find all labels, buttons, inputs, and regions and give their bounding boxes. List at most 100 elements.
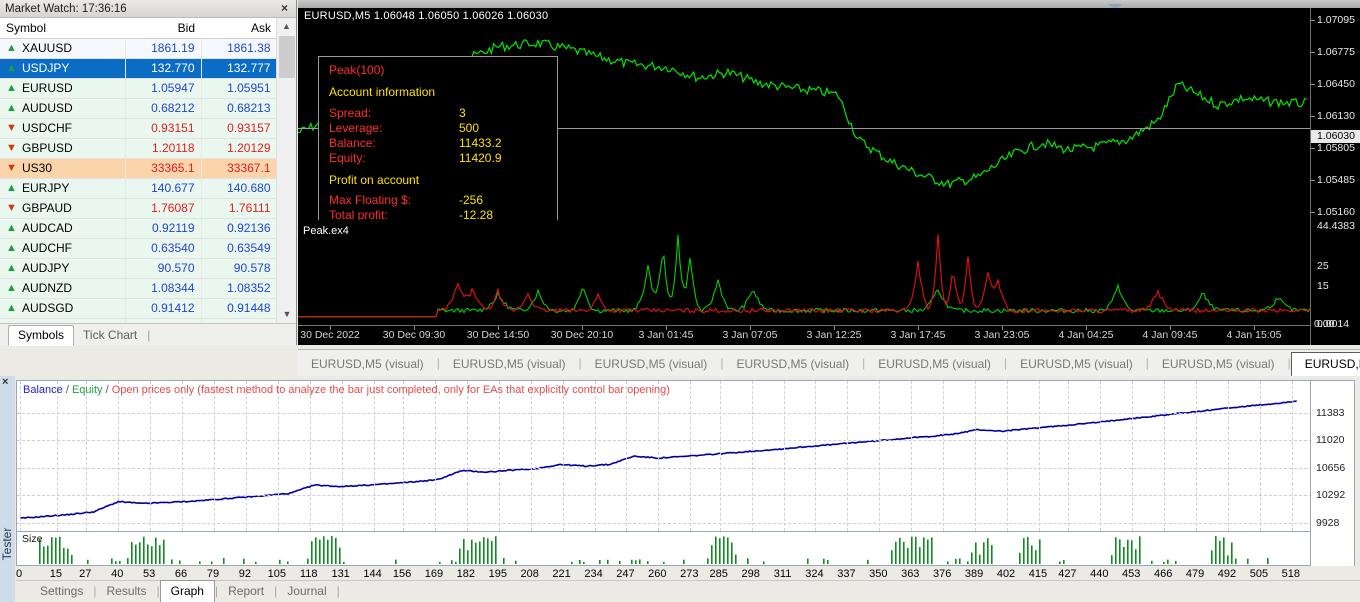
- chart-tab-0[interactable]: EURUSD,M5 (visual): [298, 353, 437, 376]
- chart-tab-3[interactable]: EURUSD,M5 (visual): [723, 353, 862, 376]
- scroll-down-icon[interactable]: ▼: [277, 306, 296, 323]
- gridline-vertical: [815, 381, 817, 531]
- gridline-vertical: [182, 381, 184, 531]
- table-row[interactable]: ▲ AUDNZD 1.08344 1.08352: [0, 278, 278, 299]
- arrow-up-icon: ▲: [6, 302, 17, 315]
- cell-symbol: ▲ AUDJPY: [0, 258, 126, 279]
- chart-tab-4[interactable]: EURUSD,M5 (visual): [865, 353, 1004, 376]
- price-chart[interactable]: EURUSD,M5 1.06048 1.06050 1.06026 1.0603…: [298, 8, 1310, 220]
- table-row[interactable]: ▲ AUDUSD 0.68212 0.68213: [0, 98, 278, 119]
- info-row: Leverage: 500: [329, 121, 557, 136]
- table-row[interactable]: ▲ AUDSGD 0.91412 0.91448: [0, 298, 278, 319]
- table-row[interactable]: ▲ EURUSD 1.05947 1.05951: [0, 78, 278, 99]
- table-row[interactable]: ▲ XAUUSD 1861.19 1861.38: [0, 38, 278, 59]
- tester-close-icon[interactable]: ×: [2, 376, 8, 388]
- table-row[interactable]: ▲ USDJPY 132.770 132.777: [0, 58, 278, 79]
- arrow-up-icon: ▲: [6, 102, 17, 115]
- equity-chart[interactable]: Balance / Equity / Open prices only (fas…: [17, 381, 1312, 531]
- symbol-label: AUDSGD: [22, 301, 74, 315]
- cell-bid: 0.68970: [125, 318, 202, 323]
- market-watch-tabs: Symbols Tick Chart |: [0, 323, 296, 346]
- table-row[interactable]: ▼CADCHF0.689700.68976: [0, 318, 278, 323]
- arrow-up-icon: ▲: [6, 62, 17, 75]
- x-tick-label: 273: [680, 568, 699, 580]
- market-watch-scrollbar[interactable]: ▲ ▼: [276, 18, 296, 323]
- info-value: -12.28: [459, 208, 494, 220]
- column-header-symbol[interactable]: Symbol: [0, 18, 125, 39]
- table-row[interactable]: ▼ US30 33365.1 33367.1: [0, 158, 278, 179]
- tab-tick-chart[interactable]: Tick Chart: [74, 326, 146, 345]
- size-histogram-panel[interactable]: Size: [17, 531, 1312, 566]
- x-tick-label: 247: [616, 568, 635, 580]
- cell-ask: 132.777: [201, 58, 278, 79]
- tab-symbols[interactable]: Symbols: [8, 325, 75, 346]
- indicator-subwindow[interactable]: Peak.ex4: [298, 222, 1310, 324]
- gridline-vertical: [690, 381, 692, 531]
- tester-tab-journal[interactable]: Journal: [277, 581, 336, 602]
- price-tick: [1311, 212, 1315, 213]
- x-tick-label: 453: [1122, 568, 1141, 580]
- cell-bid: 0.92119: [125, 218, 202, 239]
- gridline-vertical: [1038, 381, 1040, 531]
- symbol-label: GBPAUD: [22, 201, 72, 215]
- symbol-label: AUDCHF: [22, 241, 72, 255]
- price-tick: [1311, 180, 1315, 181]
- price-tick-label: 1.05160: [1317, 206, 1355, 218]
- symbol-label: AUDNZD: [22, 281, 72, 295]
- equity-curve-svg: [20, 400, 1297, 519]
- gridline-vertical: [1196, 381, 1198, 531]
- chart-tab-6[interactable]: EURUSD,M5 (visual): [1149, 353, 1288, 376]
- table-row[interactable]: ▲ AUDJPY 90.570 90.578: [0, 258, 278, 279]
- indicator-svg: [298, 234, 1310, 318]
- cell-ask: 0.68213: [201, 98, 278, 119]
- scroll-up-icon[interactable]: ▲: [277, 18, 296, 35]
- symbol-label: USDCHF: [22, 121, 72, 135]
- table-row[interactable]: ▼ USDCHF 0.93151 0.93157: [0, 118, 278, 139]
- table-row[interactable]: ▲ EURJPY 140.677 140.680: [0, 178, 278, 199]
- chart-tab-5[interactable]: EURUSD,M5 (visual): [1007, 353, 1146, 376]
- symbol-label: GBPUSD: [22, 141, 73, 155]
- chart-panel: EURUSD,M5 1.06048 1.06050 1.06026 1.0603…: [298, 0, 1360, 345]
- column-header-bid[interactable]: Bid: [125, 18, 201, 39]
- cell-symbol: ▲ EURJPY: [0, 178, 126, 199]
- table-row[interactable]: ▼ GBPAUD 1.76087 1.76111: [0, 198, 278, 219]
- x-tick-label: 440: [1090, 568, 1109, 580]
- profit-on-account-rows: Max Floating $: -256 Total profit: -12.28: [329, 193, 557, 220]
- chart-price-axis[interactable]: 1.06030 1.07095 1.06775 1.06450 1.06130 1.05…: [1310, 8, 1360, 345]
- equity-y-axis: 11383 11020 10656 10292 9928: [1310, 381, 1354, 531]
- table-row[interactable]: ▲ AUDCHF 0.63540 0.63549: [0, 238, 278, 259]
- chart-tab-1[interactable]: EURUSD,M5 (visual): [440, 353, 579, 376]
- cell-ask: 1.76111: [201, 198, 278, 219]
- chart-tab-2[interactable]: EURUSD,M5 (visual): [582, 353, 721, 376]
- close-icon[interactable]: ×: [278, 2, 291, 15]
- time-tick: [582, 326, 583, 330]
- cell-bid: 132.770: [125, 58, 202, 79]
- size-label: Size: [22, 533, 43, 545]
- market-watch-title: Market Watch: 17:36:16: [5, 2, 127, 15]
- tester-tab-settings[interactable]: Settings: [30, 581, 93, 602]
- time-tick-label: 4 Jan 04:25: [1058, 329, 1114, 341]
- account-information-heading: Account information: [329, 85, 436, 99]
- arrow-up-icon: ▲: [6, 182, 17, 195]
- gridline-vertical: [879, 381, 881, 531]
- symbol-label: USDJPY: [22, 61, 70, 75]
- x-tick-label: 518: [1281, 568, 1300, 580]
- x-tick-label: 376: [932, 568, 952, 580]
- time-tick: [1002, 326, 1003, 330]
- tester-tab-results[interactable]: Results: [96, 581, 156, 602]
- scrollbar-thumb[interactable]: [279, 36, 295, 78]
- tester-tab-report[interactable]: Report: [218, 581, 274, 602]
- price-tick: [1311, 20, 1315, 21]
- tester-tab-graph[interactable]: Graph: [159, 580, 215, 602]
- info-value: 500: [459, 121, 480, 135]
- cell-symbol: ▲ AUDUSD: [0, 98, 126, 119]
- chart-tab-7[interactable]: EURUSD,M5 (visual): [1290, 352, 1360, 376]
- arrow-up-icon: ▲: [6, 42, 17, 55]
- table-row[interactable]: ▲ AUDCAD 0.92119 0.92136: [0, 218, 278, 239]
- gridline-vertical: [373, 381, 375, 531]
- column-header-ask[interactable]: Ask: [201, 18, 277, 39]
- time-tick-label: 30 Dec 2022: [300, 329, 360, 341]
- tester-graph[interactable]: Balance / Equity / Open prices only (fas…: [16, 380, 1355, 566]
- table-row[interactable]: ▼ GBPUSD 1.20118 1.20129: [0, 138, 278, 159]
- market-watch-table-wrap: Symbol Bid Ask ▲ XAUUSD 1861.19 1861.38 ▲ USD…: [0, 18, 296, 323]
